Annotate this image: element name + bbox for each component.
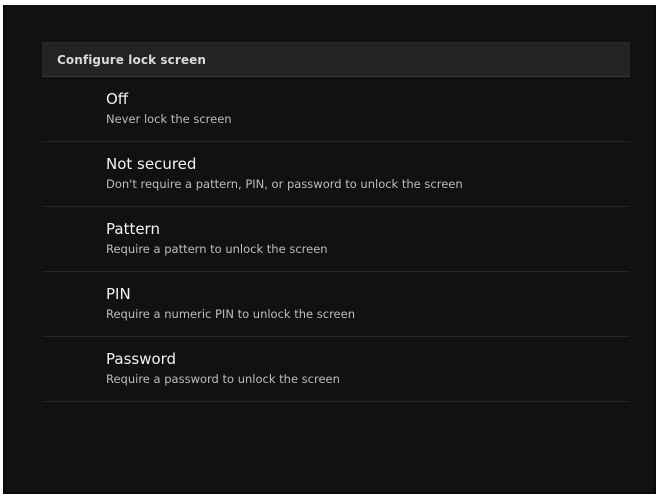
option-summary: Require a pattern to unlock the screen — [106, 242, 328, 256]
option-pin[interactable]: PIN Require a numeric PIN to unlock the … — [42, 272, 630, 337]
section-header: Configure lock screen — [42, 42, 630, 77]
option-title: PIN — [106, 285, 131, 303]
option-title: Pattern — [106, 220, 160, 238]
option-not-secured[interactable]: Not secured Don't require a pattern, PIN… — [42, 142, 630, 207]
option-title: Not secured — [106, 155, 197, 173]
option-summary: Never lock the screen — [106, 112, 232, 126]
option-pattern[interactable]: Pattern Require a pattern to unlock the … — [42, 207, 630, 272]
option-summary: Require a password to unlock the screen — [106, 372, 340, 386]
lock-screen-settings: Configure lock screen Off Never lock the… — [3, 5, 656, 494]
option-off[interactable]: Off Never lock the screen — [42, 77, 630, 142]
option-summary: Don't require a pattern, PIN, or passwor… — [106, 177, 463, 191]
section-header-title: Configure lock screen — [57, 52, 207, 67]
option-title: Off — [106, 90, 129, 108]
lock-screen-options-panel: Configure lock screen Off Never lock the… — [42, 42, 630, 402]
option-summary: Require a numeric PIN to unlock the scre… — [106, 307, 355, 321]
option-title: Password — [106, 350, 177, 368]
option-password[interactable]: Password Require a password to unlock th… — [42, 337, 630, 402]
